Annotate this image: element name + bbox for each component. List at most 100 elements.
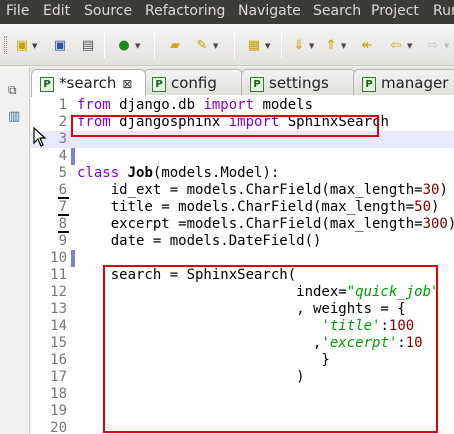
code-line[interactable]: 6 id_ext = models.CharField(max_length=3… xyxy=(31,182,454,199)
tab-search[interactable]: P *search ⊠ xyxy=(31,69,146,97)
code-token: SphinxSearch xyxy=(279,114,389,130)
print-icon[interactable]: ▤ xyxy=(79,36,97,54)
code-line[interactable]: 8 excerpt =models.CharField(max_length=3… xyxy=(31,216,454,233)
python-file-icon: P xyxy=(152,77,166,92)
tab-config[interactable]: Pconfig xyxy=(143,69,243,95)
change-marker xyxy=(71,250,75,267)
code-token: ) xyxy=(77,369,305,385)
code-token: 'title' xyxy=(321,318,381,334)
new-wizard-icon[interactable]: ▣ xyxy=(13,36,31,54)
chevron-down-icon[interactable]: ▼ xyxy=(309,42,314,50)
forward-icon[interactable]: ⇨ xyxy=(424,36,442,54)
code-token: import xyxy=(228,114,280,130)
chevron-down-icon[interactable]: ▼ xyxy=(213,42,218,50)
back-icon[interactable]: ⇦ xyxy=(387,36,405,54)
code-token: django.db xyxy=(110,97,204,113)
code-line[interactable]: 1 from django.db import models xyxy=(31,97,454,114)
line-number: 14 xyxy=(50,318,67,334)
line-number: 13 xyxy=(50,301,67,317)
line-number: 16 xyxy=(50,352,67,368)
menu-navigate[interactable]: Navigate xyxy=(238,3,301,19)
tab-settings[interactable]: Psettings xyxy=(241,69,356,95)
menu-source[interactable]: Source xyxy=(84,3,132,19)
menu-refactoring[interactable]: Refactoring xyxy=(145,3,225,19)
code-token: : xyxy=(397,335,406,351)
edit-icon[interactable]: ✎ xyxy=(193,36,211,54)
toolbar-separator xyxy=(154,32,155,58)
chevron-down-icon[interactable]: ▼ xyxy=(444,42,449,50)
line-number: 11 xyxy=(50,267,67,283)
chevron-down-icon[interactable]: ▼ xyxy=(265,42,270,50)
code-line[interactable]: 9 date = models.DateField() xyxy=(31,233,454,250)
line-number: 17 xyxy=(50,369,67,385)
chevron-down-icon[interactable]: ▼ xyxy=(135,42,140,50)
code-token: ) xyxy=(448,216,454,232)
change-marker xyxy=(71,148,75,165)
code-line[interactable]: 12 index="quick_job" xyxy=(31,284,454,301)
tab-label: settings xyxy=(269,74,329,92)
python-file-icon: P xyxy=(362,77,376,92)
chevron-down-icon[interactable]: ▼ xyxy=(32,42,37,50)
toolbar-grip[interactable] xyxy=(4,36,7,54)
restore-icon[interactable]: ⧉ xyxy=(8,83,17,98)
code-line[interactable]: 20 xyxy=(31,420,454,434)
chevron-down-icon[interactable]: ▼ xyxy=(407,42,412,50)
last-edit-icon[interactable]: ↞ xyxy=(358,36,376,54)
code-token: "quick_job" xyxy=(346,284,440,300)
code-token: class xyxy=(77,165,120,181)
save-icon[interactable]: ▣ xyxy=(51,36,69,54)
code-line[interactable]: 7 title = models.CharField(max_length=50… xyxy=(31,199,454,216)
code-line[interactable]: 18 xyxy=(31,386,454,403)
code-line[interactable]: 3 xyxy=(31,131,454,148)
open-folder-icon[interactable]: ▰ xyxy=(166,36,184,54)
line-number: 9 xyxy=(58,233,67,249)
code-token: excerpt =models.CharField(max_length= xyxy=(77,216,423,232)
debug-icon[interactable]: ▦ xyxy=(245,36,263,54)
menu-bar: File Edit Source Refactoring Navigate Se… xyxy=(0,0,454,24)
tab-manager[interactable]: Pmanager xyxy=(353,69,454,95)
close-icon[interactable]: ⊠ xyxy=(122,77,132,91)
menu-run[interactable]: Run xyxy=(433,3,454,19)
run-icon[interactable]: ● xyxy=(115,36,133,54)
toolbar-separator xyxy=(281,32,282,58)
code-token: 10 xyxy=(405,335,423,351)
package-explorer-icon[interactable]: ▥ xyxy=(8,109,20,124)
menu-project[interactable]: Project xyxy=(371,3,419,19)
code-token: 'excerpt' xyxy=(321,335,398,351)
code-line[interactable]: 14 'title':100 xyxy=(31,318,454,335)
python-file-icon: P xyxy=(40,77,54,92)
editor-tab-bar: Pconfig Psettings Pmanager P *search ⊠ xyxy=(31,67,454,97)
code-token: : xyxy=(380,318,389,334)
code-text: class Job(models.Model): xyxy=(77,165,279,182)
code-editor[interactable]: 1 from django.db import models 2 from djang… xyxy=(31,95,454,434)
mouse-pointer-icon xyxy=(33,127,47,147)
code-token: 50 xyxy=(414,199,432,215)
code-line[interactable]: 15 ,'excerpt':10 xyxy=(31,335,454,352)
tab-label: *search xyxy=(59,74,117,92)
code-line[interactable]: 13 , weights = { xyxy=(31,301,454,318)
code-token: , xyxy=(77,335,322,351)
code-line[interactable]: 5 class Job(models.Model): xyxy=(31,165,454,182)
code-line[interactable]: 11 search = SphinxSearch( xyxy=(31,267,454,284)
code-line[interactable]: 4 xyxy=(31,148,454,165)
code-token: date = models.DateField() xyxy=(77,233,322,249)
code-text: search = SphinxSearch( xyxy=(77,267,296,284)
code-line[interactable]: 17 ) xyxy=(31,369,454,386)
next-annotation-icon[interactable]: ⇓ xyxy=(290,36,308,54)
code-line[interactable]: 19 xyxy=(31,403,454,420)
code-text: from django.db import models xyxy=(77,97,313,114)
code-line[interactable]: 10 xyxy=(31,250,454,267)
code-line[interactable]: 16 } xyxy=(31,352,454,369)
line-number: 15 xyxy=(50,335,67,351)
tab-label: config xyxy=(171,74,217,92)
menu-file[interactable]: File xyxy=(6,3,29,19)
menu-edit[interactable]: Edit xyxy=(43,3,70,19)
chevron-down-icon[interactable]: ▼ xyxy=(341,42,346,50)
line-number: 20 xyxy=(50,420,67,434)
code-text: date = models.DateField() xyxy=(77,233,322,250)
code-line[interactable]: 2 from djangosphinx import SphinxSearch xyxy=(31,114,454,131)
menu-search[interactable]: Search xyxy=(313,3,361,19)
previous-annotation-icon[interactable]: ⇑ xyxy=(322,36,340,54)
